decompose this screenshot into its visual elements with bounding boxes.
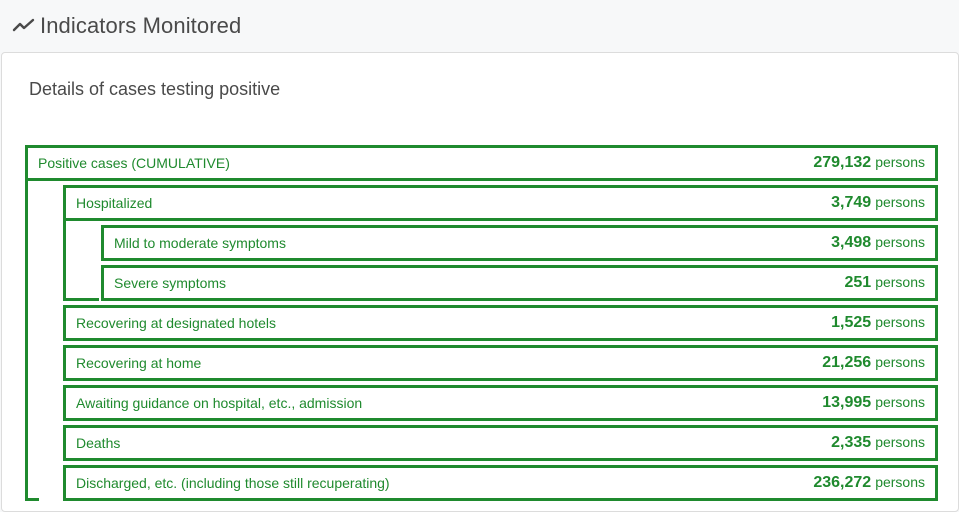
row-label: Mild to moderate symptoms bbox=[114, 235, 286, 251]
row-awaiting: Awaiting guidance on hospital, etc., adm… bbox=[63, 385, 938, 421]
row-unit: persons bbox=[875, 474, 925, 490]
row-home: Recovering at home 21,256 persons bbox=[63, 345, 938, 381]
row-hospitalized: Hospitalized 3,749 persons bbox=[63, 185, 938, 221]
row-unit: persons bbox=[875, 154, 925, 170]
row-unit: persons bbox=[875, 394, 925, 410]
section-title: Indicators Monitored bbox=[40, 13, 242, 38]
row-value: 3,498 bbox=[831, 234, 872, 251]
row-label: Discharged, etc. (including those still … bbox=[76, 475, 390, 491]
row-value: 21,256 bbox=[822, 354, 872, 371]
row-mild-symptoms: Mild to moderate symptoms 3,498 persons bbox=[101, 225, 938, 261]
trend-line-icon bbox=[12, 11, 40, 42]
tree-connector-main bbox=[25, 179, 39, 501]
row-unit: persons bbox=[875, 274, 925, 290]
row-deaths: Deaths 2,335 persons bbox=[63, 425, 938, 461]
row-unit: persons bbox=[875, 434, 925, 450]
row-severe-symptoms: Severe symptoms 251 persons bbox=[101, 265, 938, 301]
row-value: 251 bbox=[844, 274, 872, 291]
row-value: 236,272 bbox=[813, 474, 872, 491]
row-label: Severe symptoms bbox=[114, 275, 227, 291]
card-subtitle: Details of cases testing positive bbox=[29, 79, 281, 99]
row-label: Positive cases (CUMULATIVE) bbox=[38, 155, 230, 171]
row-unit: persons bbox=[875, 354, 925, 370]
row-label: Recovering at designated hotels bbox=[76, 315, 277, 331]
row-label: Awaiting guidance on hospital, etc., adm… bbox=[76, 395, 363, 411]
row-label: Recovering at home bbox=[76, 355, 202, 371]
row-unit: persons bbox=[875, 194, 925, 210]
section-header: Indicators Monitored bbox=[0, 0, 959, 52]
row-unit: persons bbox=[875, 234, 925, 250]
row-value: 13,995 bbox=[822, 394, 872, 411]
row-label: Deaths bbox=[76, 435, 121, 451]
row-value: 3,749 bbox=[831, 194, 872, 211]
row-hotels: Recovering at designated hotels 1,525 per… bbox=[63, 305, 938, 341]
row-value: 2,335 bbox=[831, 434, 872, 451]
row-label: Hospitalized bbox=[76, 195, 153, 211]
row-value: 1,525 bbox=[831, 314, 872, 331]
positive-cases-card: Details of cases testing positive Positi… bbox=[1, 52, 959, 512]
tree-connector-hospitalized bbox=[63, 219, 99, 301]
row-discharged: Discharged, etc. (including those still … bbox=[63, 465, 938, 501]
row-unit: persons bbox=[875, 314, 925, 330]
row-positive-cases: Positive cases (CUMULATIVE) 279,132 perso… bbox=[25, 145, 938, 181]
row-value: 279,132 bbox=[813, 154, 872, 171]
